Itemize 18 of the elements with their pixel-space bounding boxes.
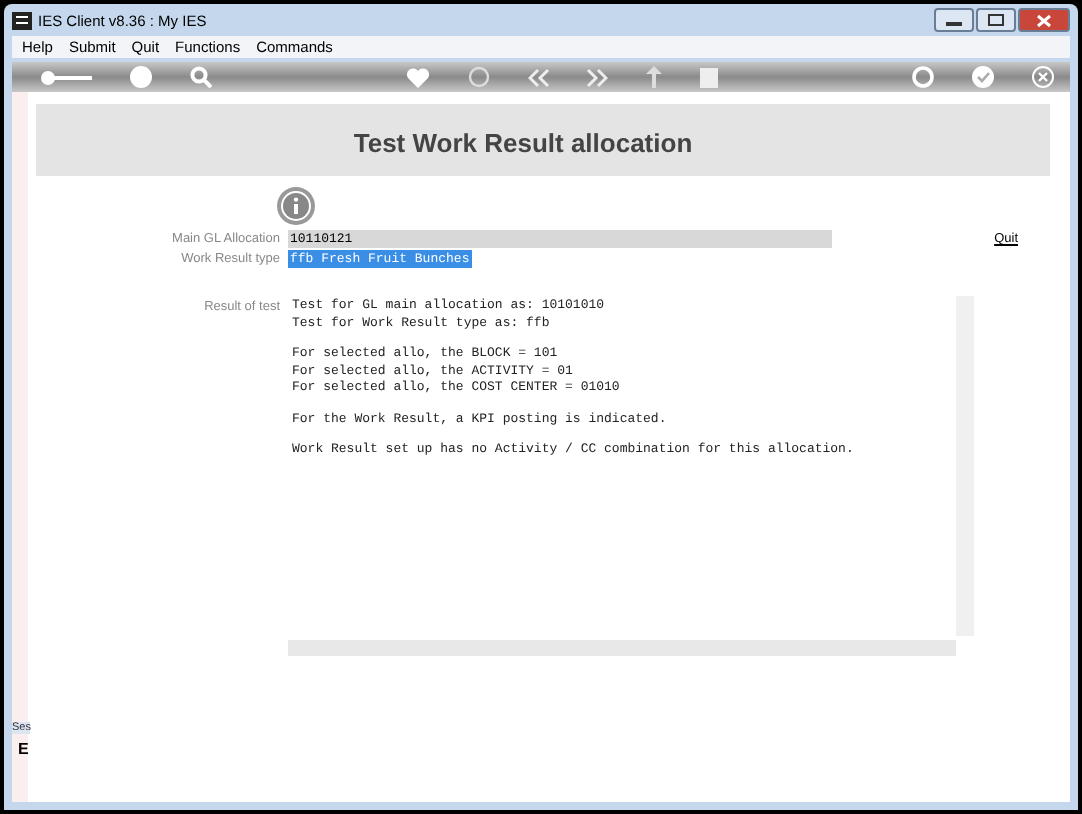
key-icon[interactable] [40,69,92,85]
up-arrow-icon[interactable] [646,66,663,88]
maximize-icon [988,14,1004,26]
app-icon [12,11,32,29]
check-icon[interactable] [972,66,995,88]
search-icon[interactable] [189,66,212,88]
maximize-button[interactable] [976,8,1016,32]
side-letter: E [16,740,29,758]
heart-icon[interactable] [406,67,431,87]
stop-icon[interactable] [699,67,718,87]
info-icon [276,186,316,226]
minimize-button[interactable] [934,8,974,32]
page-title: Test Work Result allocation [353,128,693,158]
close-icon [1036,13,1052,27]
double-left-icon[interactable] [527,67,550,87]
close-icon[interactable] [1031,66,1054,88]
close-button[interactable] [1018,8,1070,32]
double-right-icon[interactable] [586,67,609,87]
